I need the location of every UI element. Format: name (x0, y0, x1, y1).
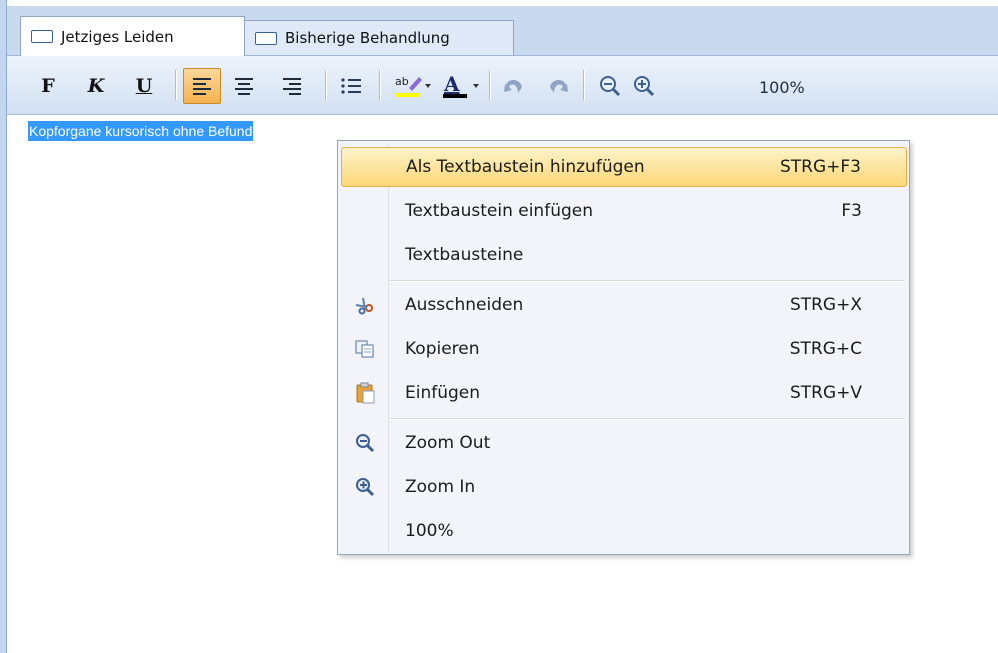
zoom-in-icon (356, 478, 375, 497)
tab-bisherige-behandlung[interactable]: Bisherige Behandlung (244, 20, 514, 55)
align-center-button[interactable] (229, 68, 259, 104)
menu-item-zoom-in[interactable]: Zoom In (341, 467, 907, 507)
bullet-list-icon (341, 78, 361, 94)
menu-separator (390, 418, 905, 420)
menu-item-shortcut: F3 (841, 201, 862, 221)
menu-item-shortcut: STRG+V (789, 383, 862, 403)
tab-label: Jetziges Leiden (61, 27, 174, 46)
menu-item-label: Textbausteine (405, 245, 524, 265)
align-right-button[interactable] (277, 68, 307, 104)
paste-icon (356, 382, 375, 404)
zoom-level[interactable]: 100% (759, 78, 805, 97)
redo-button[interactable] (543, 68, 573, 104)
zoom-in-button[interactable] (629, 68, 659, 104)
toolbar-separator (175, 70, 177, 100)
menu-item-label: Kopieren (405, 339, 480, 359)
menu-item-label: Zoom In (405, 477, 476, 497)
menu-item-label: Ausschneiden (405, 295, 524, 315)
undo-icon (504, 79, 522, 93)
menu-item-label: Textbaustein einfügen (405, 201, 593, 221)
highlight-color-button[interactable]: ab (391, 68, 435, 104)
menu-item-zoom-out[interactable]: Zoom Out (341, 423, 907, 463)
tab-label: Bisherige Behandlung (285, 29, 450, 47)
align-center-icon (235, 77, 253, 95)
menu-item-cut[interactable]: Ausschneiden STRG+X (341, 285, 907, 325)
tab-page-icon (31, 30, 53, 43)
menu-item-label: 100% (405, 521, 454, 541)
svg-text:A: A (443, 72, 460, 96)
redo-icon (550, 79, 568, 93)
align-left-icon (193, 77, 211, 95)
font-color-icon: A (443, 72, 479, 98)
toolbar-separator (583, 70, 585, 100)
selected-text[interactable]: Kopforgane kursorisch ohne Befund (28, 121, 254, 141)
menu-item-label: Einfügen (405, 383, 481, 403)
menu-item-paste[interactable]: Einfügen STRG+V (341, 373, 907, 413)
svg-text:ab: ab (395, 75, 409, 88)
formatting-toolbar: F K U ab A 100% (7, 56, 998, 115)
tab-page-icon (255, 31, 277, 45)
underline-button[interactable]: U (133, 68, 155, 104)
context-menu: Als Textbaustein hinzufügen STRG+F3 Text… (337, 140, 910, 555)
zoom-out-icon (356, 434, 375, 453)
toolbar-separator (379, 70, 381, 100)
menu-item-label: Als Textbaustein hinzufügen (406, 157, 645, 177)
tab-jetziges-leiden[interactable]: Jetziges Leiden (20, 16, 245, 56)
menu-item-text-blocks[interactable]: Textbausteine (341, 235, 907, 275)
zoom-out-icon (600, 76, 621, 97)
zoom-out-button[interactable] (595, 68, 625, 104)
menu-item-shortcut: STRG+F3 (780, 157, 861, 177)
bullet-list-button[interactable] (335, 68, 367, 104)
italic-button[interactable]: K (85, 68, 107, 104)
menu-separator (390, 280, 905, 282)
menu-item-shortcut: STRG+C (789, 339, 862, 359)
bold-button[interactable]: F (37, 68, 59, 104)
highlight-pen-icon: ab (395, 75, 431, 97)
menu-item-copy[interactable]: Kopieren STRG+C (341, 329, 907, 369)
toolbar-separator (489, 70, 491, 100)
menu-item-insert-text-block[interactable]: Textbaustein einfügen F3 (341, 191, 907, 231)
zoom-in-icon (634, 76, 655, 97)
scissors-icon (355, 297, 373, 315)
menu-item-shortcut: STRG+X (789, 295, 862, 315)
align-left-button[interactable] (183, 68, 221, 104)
toolbar-separator (325, 70, 327, 100)
font-color-button[interactable]: A (439, 68, 483, 104)
align-right-icon (283, 77, 301, 95)
menu-item-label: Zoom Out (405, 433, 491, 453)
copy-icon (355, 340, 374, 358)
tab-bar: Jetziges Leiden Bisherige Behandlung (7, 6, 998, 56)
menu-item-add-text-block[interactable]: Als Textbaustein hinzufügen STRG+F3 (341, 147, 907, 187)
menu-item-zoom-100[interactable]: 100% (341, 511, 907, 551)
undo-button[interactable] (499, 68, 529, 104)
